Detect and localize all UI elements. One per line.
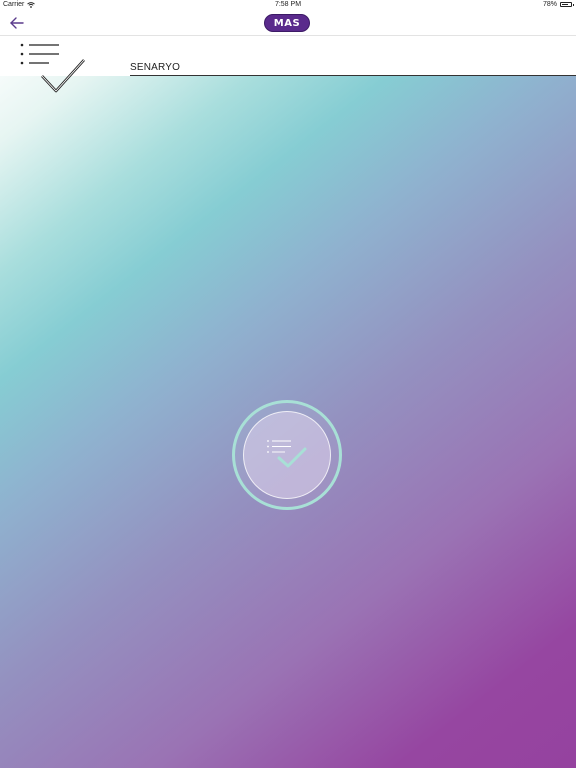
brand-logo: MAS — [264, 14, 310, 32]
arrow-left-icon — [10, 17, 24, 29]
status-right: 78% — [542, 1, 574, 8]
screen: Carrier 7:58 PM 78% MAS SENARYO — [0, 0, 576, 768]
checklist-icon — [267, 440, 307, 468]
battery-icon — [560, 2, 574, 7]
status-bar: Carrier 7:58 PM 78% — [0, 0, 576, 11]
logo-text: MAS — [273, 17, 301, 29]
page-title: SENARYO — [130, 62, 181, 73]
title-underline — [130, 75, 576, 76]
battery-fill — [562, 4, 569, 5]
back-button[interactable] — [8, 15, 26, 31]
battery-percent: 78% — [542, 1, 557, 8]
start-scenario-button[interactable] — [232, 400, 342, 510]
status-time: 7:58 PM — [274, 1, 302, 8]
nav-bar: MAS — [0, 11, 576, 36]
center-button-inner — [243, 411, 331, 499]
checklist-icon — [20, 43, 85, 93]
